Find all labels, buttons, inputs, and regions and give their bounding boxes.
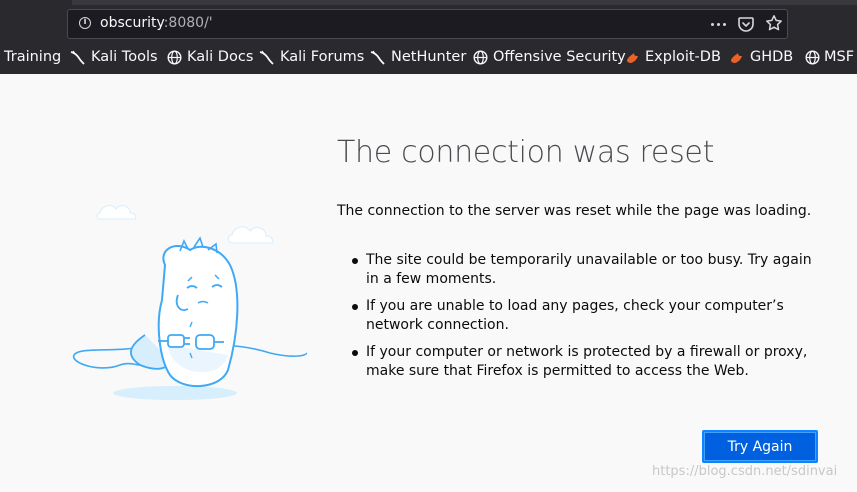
bookmark-label: Offensive Security xyxy=(493,49,626,65)
bookmark-label: Kali Forums xyxy=(280,49,365,65)
globe-icon xyxy=(805,50,820,65)
kali-dragon-icon xyxy=(370,50,385,65)
bookmark-label: Kali Docs xyxy=(187,49,254,65)
bookmark-label: Kali Tools xyxy=(91,49,158,65)
error-suggestions-list: The site could be temporarily unavailabl… xyxy=(350,251,820,389)
exploitdb-icon xyxy=(731,53,742,63)
kali-dragon-icon xyxy=(70,50,85,65)
tab-strip xyxy=(72,0,857,5)
cloud-icon xyxy=(227,226,274,244)
try-again-button[interactable]: Try Again xyxy=(702,430,818,463)
info-icon[interactable]: i xyxy=(79,17,91,29)
url-bar[interactable]: i obscurity:8080/' xyxy=(67,9,788,39)
page-actions-icon[interactable] xyxy=(710,16,728,32)
url-host: obscurity xyxy=(100,15,164,31)
error-description: The connection to the server was reset w… xyxy=(337,203,812,219)
url-text[interactable]: obscurity:8080/' xyxy=(100,15,213,31)
exploitdb-icon xyxy=(627,53,638,63)
unplugged-dinosaur-illustration xyxy=(73,205,307,400)
browser-toolbar: i obscurity:8080/' Training Kali Tools K… xyxy=(0,0,857,74)
globe-icon xyxy=(473,50,488,65)
list-item: If your computer or network is protected… xyxy=(350,343,820,381)
url-path: :8080/' xyxy=(163,15,213,31)
bookmark-label: MSF xyxy=(824,49,855,65)
page-title: The connection was reset xyxy=(337,135,715,170)
bookmarks-toolbar: Training Kali Tools Kali Docs Kali Forum… xyxy=(0,44,857,70)
list-item: If you are unable to load any pages, che… xyxy=(350,297,820,335)
list-item: The site could be temporarily unavailabl… xyxy=(350,251,820,289)
kali-dragon-icon xyxy=(259,50,274,65)
globe-icon xyxy=(167,50,182,65)
watermark-text: https://blog.csdn.net/sdinvai xyxy=(652,464,838,479)
bookmark-label: Training xyxy=(4,49,62,65)
bookmark-label: Exploit-DB xyxy=(645,49,721,65)
bookmark-star-icon[interactable] xyxy=(765,14,783,32)
bookmark-label: NetHunter xyxy=(391,49,467,65)
bookmark-label: GHDB xyxy=(750,49,794,65)
cloud-icon xyxy=(96,205,137,220)
pocket-icon[interactable] xyxy=(738,16,754,32)
